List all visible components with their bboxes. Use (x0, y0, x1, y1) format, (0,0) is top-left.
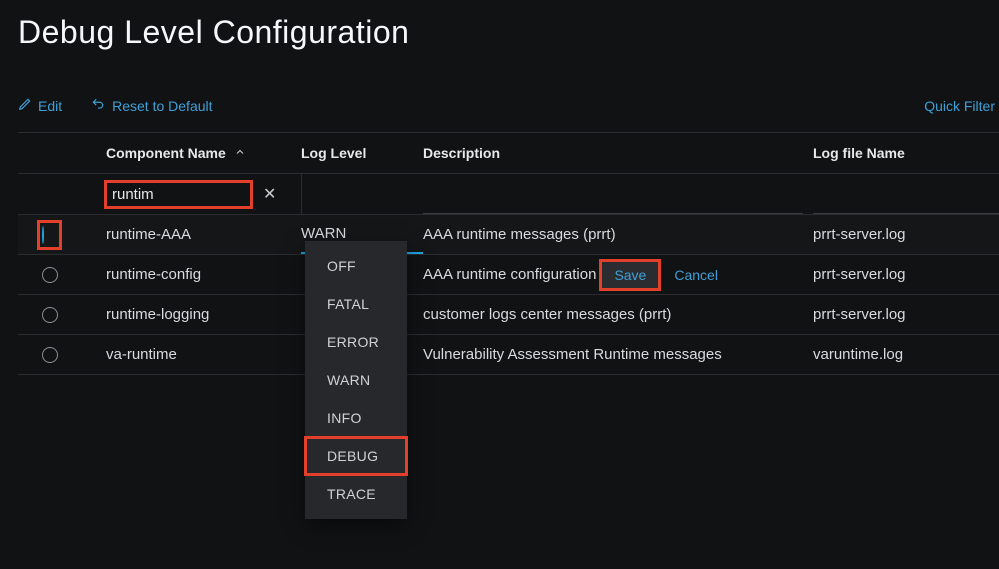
sort-asc-icon (234, 145, 246, 161)
pencil-icon (18, 97, 32, 114)
description-cell: Vulnerability Assessment Runtime message… (423, 346, 813, 363)
clear-filter-icon[interactable]: ✕ (257, 180, 282, 208)
component-cell: runtime-logging (106, 306, 301, 323)
log-level-dropdown: OFF FATAL ERROR WARN INFO DEBUG TRACE (305, 241, 407, 519)
log-level-value: WARN (301, 225, 346, 242)
undo-icon (90, 97, 106, 114)
row-select-radio[interactable] (42, 307, 58, 323)
edit-label: Edit (38, 98, 62, 114)
table-row: runtime-AAA WARN OFF FATAL ERROR WARN IN… (18, 215, 999, 255)
log-level-option[interactable]: ERROR (305, 323, 407, 361)
log-level-option[interactable]: TRACE (305, 475, 407, 513)
table-header: Component Name Log Level Description Log… (18, 132, 999, 174)
table-row: runtime-logging customer logs center mes… (18, 295, 999, 335)
row-select-radio[interactable] (42, 347, 58, 363)
description-cell: customer logs center messages (prrt) (423, 306, 813, 323)
toolbar: Edit Reset to Default Quick Filter (18, 97, 999, 114)
component-cell: runtime-AAA (106, 226, 301, 243)
column-header-component[interactable]: Component Name (106, 145, 301, 161)
column-label: Component Name (106, 145, 226, 161)
edit-button[interactable]: Edit (18, 97, 62, 114)
row-select-radio[interactable] (42, 226, 44, 244)
log-level-cell[interactable]: WARN OFF FATAL ERROR WARN INFO DEBUG TRA… (301, 215, 423, 254)
column-header-description[interactable]: Description (423, 145, 813, 161)
description-cell: AAA runtime messages (prrt) (423, 226, 813, 243)
table-row: runtime-config AAA runtime configuration… (18, 255, 999, 295)
log-file-cell: prrt-server.log (813, 266, 999, 283)
reset-label: Reset to Default (112, 98, 212, 114)
debug-level-table: Component Name Log Level Description Log… (18, 132, 999, 375)
page-title: Debug Level Configuration (18, 14, 999, 51)
log-file-cell: prrt-server.log (813, 306, 999, 323)
component-filter-input[interactable] (106, 182, 251, 207)
save-button[interactable]: Save (602, 262, 658, 288)
log-level-option[interactable]: DEBUG (305, 437, 407, 475)
cancel-button[interactable]: Cancel (674, 267, 718, 283)
quick-filter-button[interactable]: Quick Filter (924, 98, 995, 114)
log-file-cell: prrt-server.log (813, 226, 999, 243)
column-header-log-level[interactable]: Log Level (301, 145, 423, 161)
component-cell: va-runtime (106, 346, 301, 363)
log-file-cell: varuntime.log (813, 346, 999, 363)
log-level-option[interactable]: OFF (305, 247, 407, 285)
filter-row: ✕ (18, 174, 999, 215)
row-select-radio[interactable] (42, 267, 58, 283)
table-row: va-runtime Vulnerability Assessment Runt… (18, 335, 999, 375)
log-level-option[interactable]: WARN (305, 361, 407, 399)
log-level-option[interactable]: INFO (305, 399, 407, 437)
description-cell: AAA runtime configuration (423, 266, 596, 283)
component-cell: runtime-config (106, 266, 301, 283)
column-header-log-file[interactable]: Log file Name (813, 145, 999, 161)
log-level-option[interactable]: FATAL (305, 285, 407, 323)
reset-to-default-button[interactable]: Reset to Default (90, 97, 212, 114)
